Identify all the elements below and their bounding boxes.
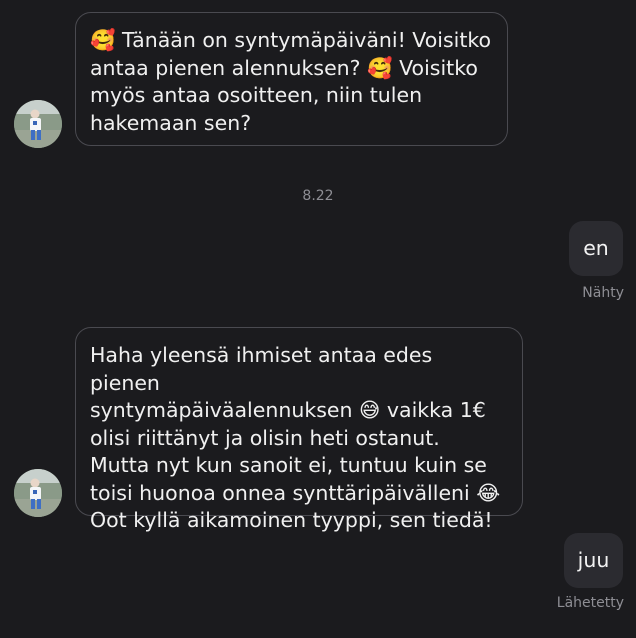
person-photo-avatar-icon <box>14 100 62 148</box>
contact-avatar[interactable] <box>14 469 62 517</box>
incoming-message-bubble[interactable]: 🥰 Tänään on syntymäpäiväni! Voisitko ant… <box>75 12 508 146</box>
message-timestamp: 8.22 <box>302 188 334 204</box>
contact-avatar[interactable] <box>14 100 62 148</box>
incoming-message-bubble[interactable]: Haha yleensä ihmiset antaa edes pienen s… <box>75 327 523 532</box>
message-status: Nähty <box>582 285 624 301</box>
message-status: Lähetetty <box>556 595 624 611</box>
outgoing-message-bubble[interactable]: juu <box>564 533 623 588</box>
person-photo-avatar-icon <box>14 469 62 517</box>
outgoing-message-bubble[interactable]: en <box>569 221 623 276</box>
chat-thread[interactable]: 🥰 Tänään on syntymäpäiväni! Voisitko ant… <box>0 0 636 638</box>
